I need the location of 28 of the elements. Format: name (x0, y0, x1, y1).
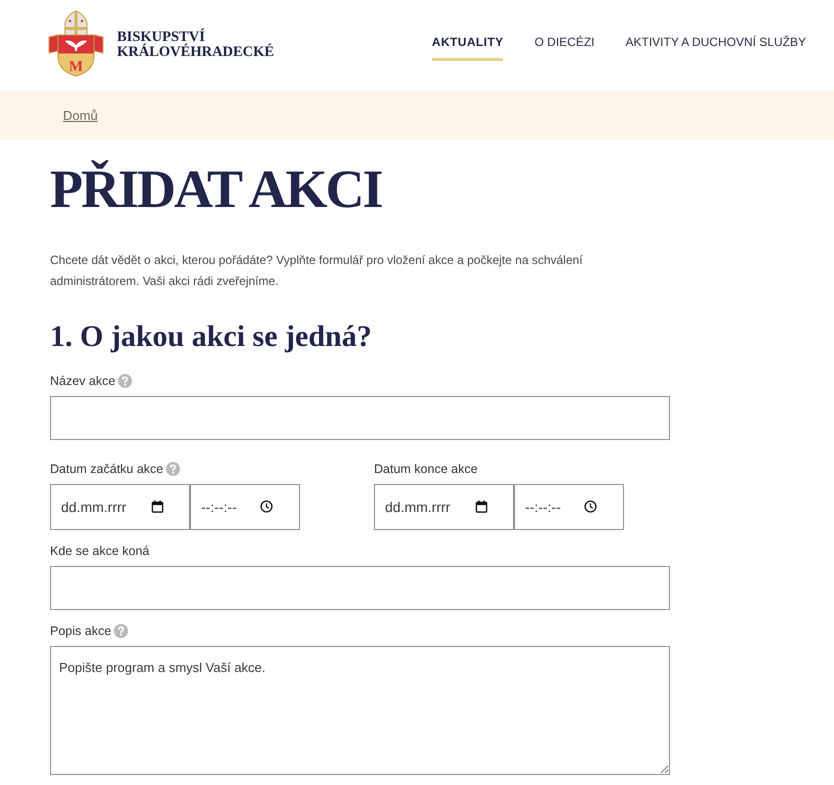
help-icon[interactable] (114, 624, 128, 638)
time-field[interactable]: --:--:-- (190, 484, 300, 530)
clock-icon[interactable] (260, 500, 273, 513)
input-field[interactable] (50, 566, 670, 610)
textarea-field[interactable]: Popište program a smysl Vaší akce. (50, 646, 670, 775)
calendar-icon[interactable] (151, 500, 164, 513)
input-field[interactable] (50, 396, 670, 440)
calendar-icon[interactable] (475, 500, 488, 513)
field-label: Kde se akce koná (50, 543, 150, 560)
clock-icon[interactable] (584, 500, 597, 513)
field-label: Popis akce (50, 623, 112, 640)
breadcrumb-link[interactable]: Domů (63, 108, 98, 122)
date-field[interactable]: dd.mm.rrrr (374, 484, 514, 530)
monogram-letter: M (68, 59, 84, 75)
intro-text: Chcete dát vědět o akci, kterou pořádáte? Vyplňte formulář pro vložení akce a počkejte na schválení administrátorem. Vaši akci rádi zveřejníme. (50, 252, 584, 290)
date-field[interactable]: dd.mm.rrrr (50, 484, 190, 530)
field-label: Datum začátku akce (50, 461, 164, 478)
nav-link[interactable]: AKTUALITY (432, 0, 504, 61)
page-title: PŘIDAT AKCI (50, 161, 383, 217)
time-field[interactable]: --:--:-- (514, 484, 624, 530)
help-icon[interactable] (166, 462, 180, 476)
field-label: Název akce (50, 373, 116, 390)
nav-link[interactable]: O DIECÉZI (534, 0, 594, 61)
nav-link[interactable]: AKTIVITY A DUCHOVNÍ SLUŽBY (626, 0, 806, 61)
field-label: Datum konce akce (374, 461, 478, 478)
section-heading: 1. O jakou akci se jedná? (50, 319, 373, 355)
help-icon[interactable] (118, 374, 132, 388)
site-name[interactable]: BISKUPSTVÍ KRÁLOVÉHRADECKÉ (117, 30, 274, 60)
